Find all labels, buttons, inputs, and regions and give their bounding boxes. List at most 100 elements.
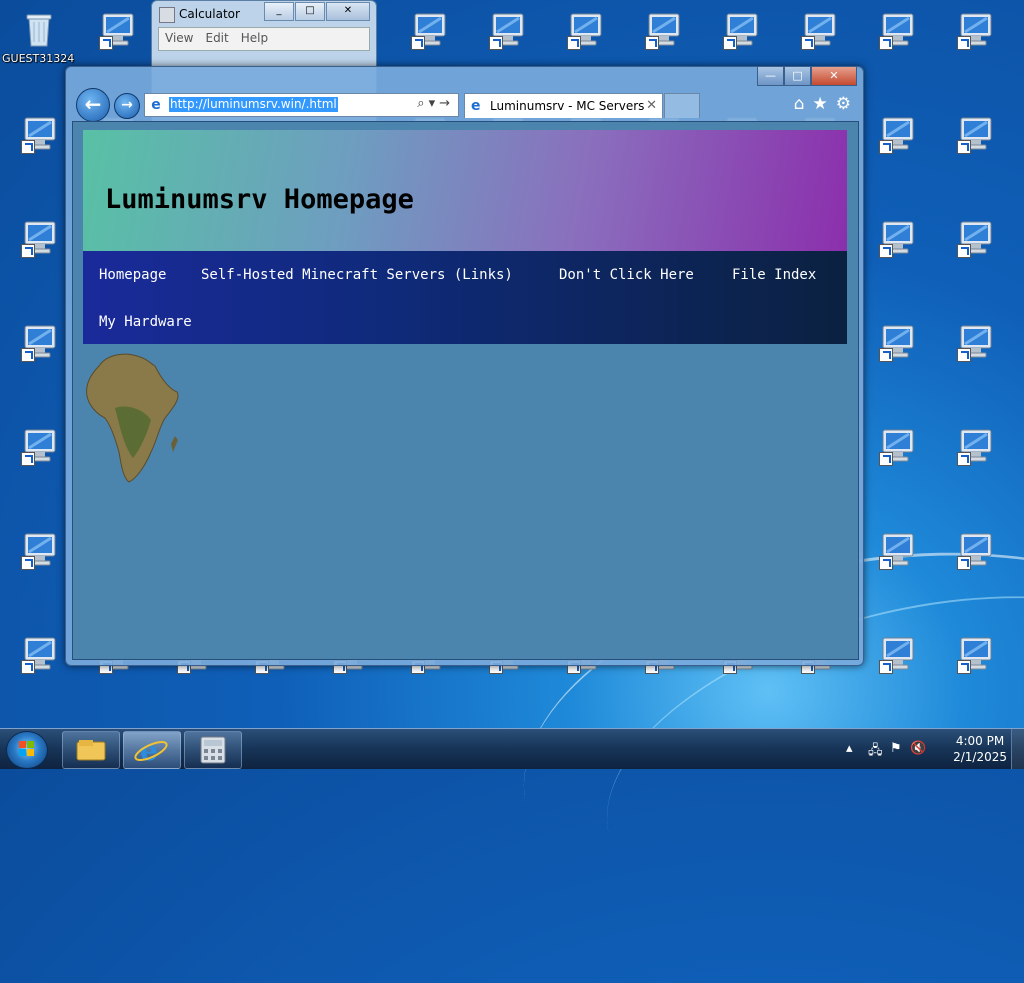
computer-shortcut-icon (955, 426, 995, 466)
network-icon[interactable]: 🖧 (868, 741, 883, 763)
desktop-shortcut[interactable] (938, 322, 1012, 364)
settings-gear-icon[interactable]: ⚙ (836, 94, 851, 114)
tab-close-button[interactable]: ✕ (646, 98, 657, 113)
favorites-star-icon[interactable]: ★ (813, 94, 828, 114)
page-header: Luminumsrv Homepage (83, 130, 847, 251)
site-nav: Homepage Self-Hosted Minecraft Servers (… (83, 251, 847, 344)
maximize-button[interactable]: □ (295, 2, 325, 21)
menu-view[interactable]: View (159, 28, 199, 50)
close-button[interactable]: ✕ (811, 67, 857, 86)
computer-shortcut-icon (955, 322, 995, 362)
browser-window[interactable]: — □ ✕ ← → e http://luminumsrv.win/.html … (65, 66, 864, 666)
shortcut-arrow-icon (645, 36, 659, 50)
go-arrow-icon[interactable]: → (439, 96, 454, 111)
ie-logo-icon: e (151, 97, 161, 113)
computer-shortcut-icon (19, 426, 59, 466)
nav-link-file-index[interactable]: File Index (732, 267, 816, 283)
desktop-shortcut[interactable] (860, 218, 934, 260)
desktop-shortcut[interactable] (938, 634, 1012, 676)
shortcut-arrow-icon (99, 36, 113, 50)
desktop-shortcut[interactable] (860, 322, 934, 364)
taskbar-explorer-button[interactable] (62, 731, 120, 769)
clock[interactable]: 4:00 PM 2/1/2025 (953, 733, 1007, 765)
nav-link-dont-click[interactable]: Don't Click Here (559, 267, 694, 283)
desktop-shortcut[interactable] (860, 10, 934, 52)
action-center-flag-icon[interactable]: ⚑ (890, 741, 902, 756)
computer-shortcut-icon (955, 530, 995, 570)
menu-edit[interactable]: Edit (199, 28, 234, 50)
recycle-bin[interactable]: GUEST31324 GROOMS ... (2, 10, 76, 66)
shortcut-arrow-icon (879, 452, 893, 466)
taskbar-calculator-button[interactable] (184, 731, 242, 769)
dropdown-icon[interactable]: ▾ (429, 96, 440, 111)
address-bar[interactable]: e http://luminumsrv.win/.html ⌕▾→ (144, 93, 459, 117)
computer-shortcut-icon (19, 322, 59, 362)
desktop-shortcut[interactable] (938, 114, 1012, 156)
shortcut-arrow-icon (801, 36, 815, 50)
show-hidden-icons-icon[interactable]: ▴ (846, 741, 853, 756)
nav-link-minecraft-servers[interactable]: Self-Hosted Minecraft Servers (Links) (201, 267, 513, 283)
desktop-shortcut[interactable] (938, 10, 1012, 52)
computer-shortcut-icon (955, 634, 995, 674)
desktop-shortcut[interactable] (860, 530, 934, 572)
desktop-shortcut[interactable] (860, 114, 934, 156)
close-button[interactable]: ✕ (326, 2, 370, 21)
computer-shortcut-icon (877, 10, 917, 50)
shortcut-arrow-icon (21, 556, 35, 570)
desktop-shortcut[interactable] (470, 10, 544, 52)
computer-shortcut-icon (955, 10, 995, 50)
computer-shortcut-icon (955, 218, 995, 258)
desktop-shortcut[interactable] (392, 10, 466, 52)
desktop-shortcut[interactable] (938, 218, 1012, 260)
desktop-shortcut[interactable] (704, 10, 778, 52)
computer-shortcut-icon (877, 426, 917, 466)
shortcut-arrow-icon (879, 556, 893, 570)
volume-muted-icon[interactable]: 🔇 (910, 741, 926, 756)
taskbar-ie-button[interactable]: e (123, 731, 181, 769)
back-button[interactable]: ← (76, 88, 110, 122)
desktop-shortcut[interactable] (938, 530, 1012, 572)
computer-shortcut-icon (19, 218, 59, 258)
desktop-shortcut[interactable] (860, 426, 934, 468)
shortcut-arrow-icon (879, 348, 893, 362)
desktop-shortcut[interactable] (626, 10, 700, 52)
page-title: Luminumsrv Homepage (105, 184, 414, 215)
computer-shortcut-icon (955, 114, 995, 154)
shortcut-arrow-icon (957, 244, 971, 258)
minimize-button[interactable]: _ (264, 2, 294, 21)
desktop-shortcut[interactable] (938, 426, 1012, 468)
desktop-shortcut[interactable] (548, 10, 622, 52)
nav-link-homepage[interactable]: Homepage (99, 267, 166, 283)
desktop-shortcut[interactable] (860, 634, 934, 676)
search-icon[interactable]: ⌕ (417, 96, 428, 111)
clock-date: 2/1/2025 (953, 750, 1007, 764)
maximize-button[interactable]: □ (784, 67, 811, 86)
shortcut-arrow-icon (957, 452, 971, 466)
show-desktop-button[interactable] (1011, 729, 1024, 769)
home-icon[interactable]: ⌂ (794, 94, 805, 114)
computer-shortcut-icon (97, 10, 137, 50)
address-tools: ⌕▾→ (417, 96, 454, 111)
shortcut-arrow-icon (21, 244, 35, 258)
shortcut-arrow-icon (21, 660, 35, 674)
shortcut-arrow-icon (879, 36, 893, 50)
desktop-shortcut[interactable] (782, 10, 856, 52)
url-text[interactable]: http://luminumsrv.win/.html (169, 97, 338, 112)
minimize-button[interactable]: — (757, 67, 784, 86)
computer-shortcut-icon (19, 530, 59, 570)
calculator-icon (159, 7, 175, 23)
menu-help[interactable]: Help (235, 28, 274, 50)
shortcut-arrow-icon (567, 36, 581, 50)
new-tab-button[interactable] (664, 93, 700, 118)
calculator-titlebar[interactable]: Calculator _ □ ✕ (152, 1, 376, 27)
windows-logo-icon (19, 741, 35, 757)
forward-button[interactable]: → (114, 93, 140, 119)
shortcut-arrow-icon (489, 36, 503, 50)
desktop-shortcut[interactable] (80, 10, 154, 52)
nav-link-my-hardware[interactable]: My Hardware (99, 314, 192, 330)
computer-shortcut-icon (877, 634, 917, 674)
browser-tab[interactable]: e Luminumsrv - MC Servers ✕ (464, 93, 663, 118)
internet-explorer-icon: e (134, 734, 168, 767)
taskbar: e ▴ 🖧 ⚑ 🔇 4:00 PM 2/1/2025 (0, 728, 1024, 769)
start-button[interactable] (6, 731, 48, 769)
